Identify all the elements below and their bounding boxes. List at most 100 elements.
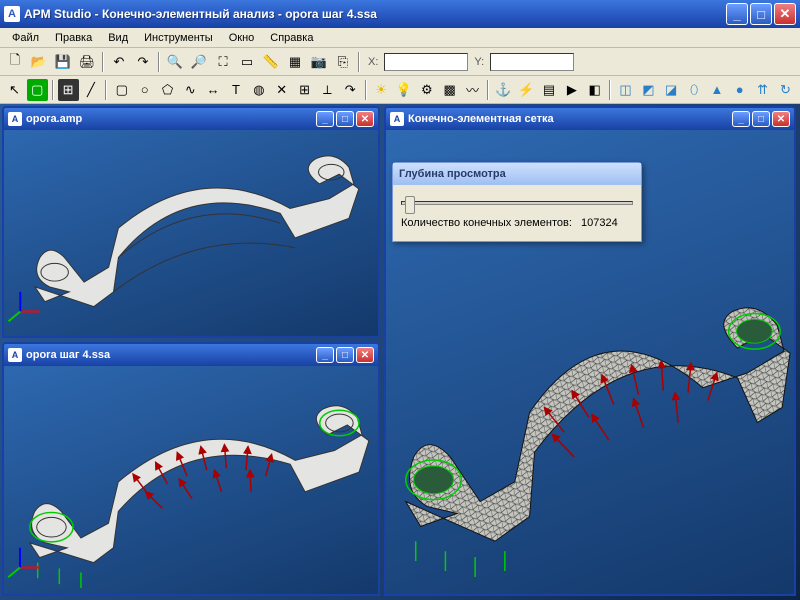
minimize-button[interactable]: _ <box>726 3 748 25</box>
print-icon[interactable]: 🖨 <box>76 51 98 73</box>
mdi-window-mesh[interactable]: A Конечно-элементная сетка _ □ ✕ <box>384 106 796 596</box>
material-icon[interactable]: ▤ <box>539 79 560 101</box>
redo2-icon[interactable]: ↷ <box>340 79 361 101</box>
snap-icon[interactable]: ⊞ <box>294 79 315 101</box>
rect-icon[interactable]: ▢ <box>111 79 132 101</box>
separator <box>158 52 160 72</box>
menu-view[interactable]: Вид <box>100 30 136 46</box>
app-title: APM Studio - Конечно-элементный анализ -… <box>24 7 726 21</box>
mdi-title: Конечно-элементная сетка <box>408 113 732 125</box>
cube3-icon[interactable]: ◪ <box>661 79 682 101</box>
extrude-icon[interactable]: ⇈ <box>752 79 773 101</box>
gear-icon[interactable]: ⚙ <box>416 79 437 101</box>
dialog-title: Глубина просмотра <box>399 168 506 180</box>
separator <box>358 52 360 72</box>
spring-icon[interactable]: 〰 <box>462 79 483 101</box>
menu-help[interactable]: Справка <box>262 30 321 46</box>
mdi-maximize-button[interactable]: □ <box>752 111 770 127</box>
mdi-titlebar[interactable]: A opora.amp _ □ ✕ <box>4 108 378 130</box>
cube2-icon[interactable]: ◩ <box>638 79 659 101</box>
coord-y-input[interactable] <box>490 53 574 71</box>
cylinder-icon[interactable]: ⬯ <box>684 79 705 101</box>
close-button[interactable]: ✕ <box>774 3 796 25</box>
bolt-icon[interactable]: ⚡ <box>516 79 537 101</box>
ruler-icon[interactable]: 📏 <box>260 51 282 73</box>
revolve-icon[interactable]: ↻ <box>775 79 796 101</box>
separator <box>105 80 107 100</box>
cone-icon[interactable]: ▲ <box>706 79 727 101</box>
menubar: Файл Правка Вид Инструменты Окно Справка <box>0 28 800 48</box>
run-icon[interactable]: ▶ <box>561 79 582 101</box>
mdi-minimize-button[interactable]: _ <box>316 347 334 363</box>
ortho-icon[interactable]: ⟂ <box>317 79 338 101</box>
mode-icon[interactable]: ▢ <box>27 79 48 101</box>
depth-dialog[interactable]: Глубина просмотра Количество конечных эл… <box>392 162 642 242</box>
app-icon: A <box>4 6 20 22</box>
doc-icon: A <box>8 348 22 362</box>
toolbar-standard: 🗋 📂 💾 🖨 ↶ ↷ 🔍 🔎 ⛶ ▭ 📏 ▦ 📷 ⎘ X: Y: <box>0 48 800 76</box>
mdi-window-loads[interactable]: A opora шаг 4.ssa _ □ ✕ <box>2 342 380 596</box>
mdi-title: opora.amp <box>26 113 316 125</box>
coord-y-label: Y: <box>474 56 484 68</box>
undo-icon[interactable]: ↶ <box>108 51 130 73</box>
depth-slider[interactable] <box>401 201 633 205</box>
poly-icon[interactable]: ⬠ <box>157 79 178 101</box>
mdi-window-geometry[interactable]: A opora.amp _ □ ✕ <box>2 106 380 338</box>
zoom-out-icon[interactable]: 🔎 <box>188 51 210 73</box>
separator <box>102 52 104 72</box>
save-icon[interactable]: 💾 <box>52 51 74 73</box>
mdi-title: opora шаг 4.ssa <box>26 349 316 361</box>
zoom-fit-icon[interactable]: ⛶ <box>212 51 234 73</box>
menu-window[interactable]: Окно <box>221 30 263 46</box>
separator <box>487 80 489 100</box>
copy-icon[interactable]: ⎘ <box>332 51 354 73</box>
spline-icon[interactable]: ∿ <box>180 79 201 101</box>
layers-icon[interactable]: ▦ <box>284 51 306 73</box>
mdi-close-button[interactable]: ✕ <box>356 347 374 363</box>
maximize-button[interactable]: □ <box>750 3 772 25</box>
mdi-titlebar[interactable]: A Конечно-элементная сетка _ □ ✕ <box>386 108 794 130</box>
delete-icon[interactable]: ✕ <box>271 79 292 101</box>
mdi-maximize-button[interactable]: □ <box>336 111 354 127</box>
viewport-geometry[interactable] <box>4 130 378 336</box>
cursor-icon[interactable]: ↖ <box>4 79 25 101</box>
mesh-icon[interactable]: ▩ <box>439 79 460 101</box>
cube1-icon[interactable]: ◫ <box>615 79 636 101</box>
bulb-icon[interactable]: 💡 <box>394 79 415 101</box>
mdi-close-button[interactable]: ✕ <box>356 111 374 127</box>
sphere-icon[interactable]: ● <box>729 79 750 101</box>
menu-tools[interactable]: Инструменты <box>136 30 221 46</box>
dim-icon[interactable]: ↔ <box>203 79 224 101</box>
circle-icon[interactable]: ○ <box>134 79 155 101</box>
redo-icon[interactable]: ↷ <box>132 51 154 73</box>
open-icon[interactable]: 📂 <box>28 51 50 73</box>
line-icon[interactable]: ╱ <box>81 79 102 101</box>
text-icon[interactable]: T <box>226 79 247 101</box>
new-icon[interactable]: 🗋 <box>4 51 26 73</box>
zoom-window-icon[interactable]: ▭ <box>236 51 258 73</box>
viewport-loads[interactable] <box>4 366 378 594</box>
slider-thumb[interactable] <box>405 196 415 214</box>
anchor-icon[interactable]: ⚓ <box>493 79 514 101</box>
results-icon[interactable]: ◧ <box>584 79 605 101</box>
separator <box>365 80 367 100</box>
mdi-minimize-button[interactable]: _ <box>732 111 750 127</box>
viewport-mesh[interactable]: Глубина просмотра Количество конечных эл… <box>386 130 794 594</box>
mdi-maximize-button[interactable]: □ <box>336 347 354 363</box>
mdi-titlebar[interactable]: A opora шаг 4.ssa _ □ ✕ <box>4 344 378 366</box>
camera-icon[interactable]: 📷 <box>308 51 330 73</box>
doc-icon: A <box>390 112 404 126</box>
menu-edit[interactable]: Правка <box>47 30 100 46</box>
dialog-titlebar[interactable]: Глубина просмотра <box>393 163 641 185</box>
light-icon[interactable]: ☀ <box>371 79 392 101</box>
menu-file[interactable]: Файл <box>4 30 47 46</box>
mdi-minimize-button[interactable]: _ <box>316 111 334 127</box>
fill-icon[interactable]: ◍ <box>248 79 269 101</box>
app-titlebar: A APM Studio - Конечно-элементный анализ… <box>0 0 800 28</box>
grid-icon[interactable]: ⊞ <box>58 79 79 101</box>
mdi-close-button[interactable]: ✕ <box>772 111 790 127</box>
zoom-in-icon[interactable]: 🔍 <box>164 51 186 73</box>
doc-icon: A <box>8 112 22 126</box>
element-count-value: 107324 <box>581 217 618 229</box>
coord-x-input[interactable] <box>384 53 468 71</box>
